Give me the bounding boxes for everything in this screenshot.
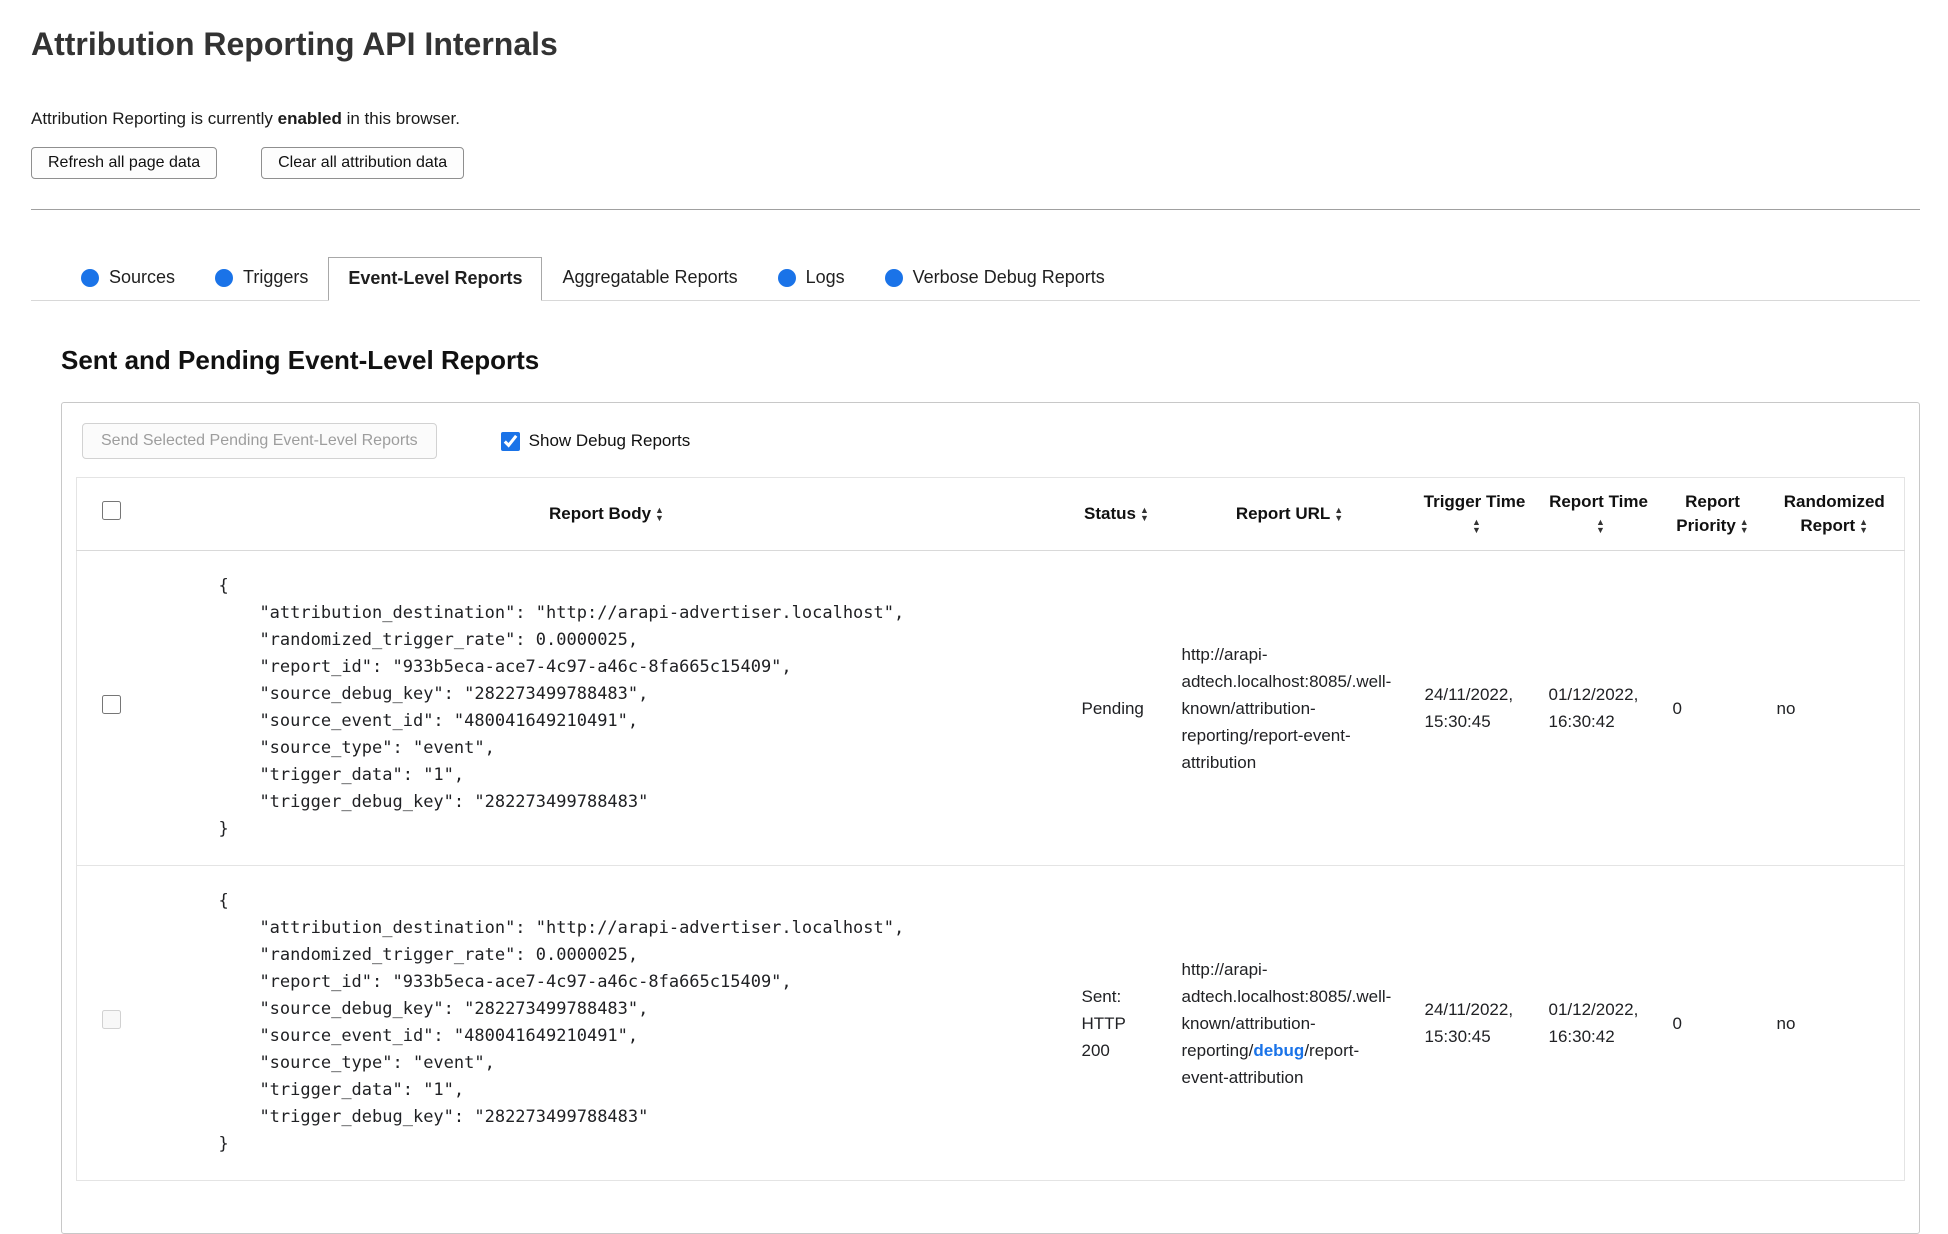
sort-icon: ▲ ▼ — [1334, 504, 1344, 523]
randomized-report-cell: no — [1764, 865, 1905, 1181]
divider — [31, 209, 1920, 210]
report-body-cell: { "attribution_destination": "http://ara… — [146, 865, 1067, 1181]
debug-url-segment: debug — [1253, 1040, 1305, 1060]
column-header-status[interactable]: Status ▲ ▼ — [1066, 477, 1167, 551]
report-priority-cell: 0 — [1660, 550, 1765, 866]
report-select-checkbox[interactable] — [102, 694, 122, 714]
column-header-report-url[interactable]: Report URL ▲ ▼ — [1166, 477, 1413, 551]
select-all-checkbox[interactable] — [102, 501, 122, 520]
tab-verbose-debug-reports[interactable]: Verbose Debug Reports — [865, 256, 1125, 300]
column-header-select-all — [76, 477, 147, 551]
report-time-cell: 01/12/2022, 16:30:42 — [1536, 550, 1661, 866]
sort-icon: ▲ ▼ — [1739, 516, 1749, 535]
column-label: Trigger Time — [1423, 492, 1526, 511]
table-header-row: Report Body ▲ ▼ Status ▲ ▼ Report URL ▲ ▼ Trig… — [76, 477, 1905, 551]
sort-icon: ▲ ▼ — [1140, 504, 1149, 523]
reports-toolbar: Send Selected Pending Event-Level Report… — [82, 423, 1905, 459]
send-selected-reports-button[interactable]: Send Selected Pending Event-Level Report… — [82, 423, 437, 459]
tab-label: Verbose Debug Reports — [912, 267, 1105, 287]
column-label: Report Body — [549, 504, 652, 523]
page-actions: Refresh all page data Clear all attribut… — [31, 147, 1920, 179]
column-header-report-priority[interactable]: Report Priority ▲ ▼ — [1660, 477, 1765, 551]
show-debug-checkbox[interactable] — [500, 431, 520, 451]
status-prefix: Attribution Reporting is currently — [31, 109, 278, 128]
refresh-all-button[interactable]: Refresh all page data — [31, 147, 218, 179]
report-row: { "attribution_destination": "http://ara… — [76, 865, 1905, 1181]
sort-icon: ▲ ▼ — [655, 504, 664, 523]
tab-label: Aggregatable Reports — [562, 267, 738, 287]
report-select-cell — [76, 550, 147, 866]
randomized-report-cell: no — [1764, 550, 1905, 866]
report-select-cell — [76, 865, 147, 1181]
tab-aggregatable-reports[interactable]: Aggregatable Reports — [542, 256, 757, 300]
activity-dot-icon — [81, 268, 99, 287]
report-url: http://arapi-adtech.localhost:8085/.well… — [1166, 550, 1413, 866]
report-body-json: { "attribution_destination": "http://ara… — [218, 576, 905, 839]
sort-icon: ▲ ▼ — [1472, 516, 1481, 535]
report-priority-cell: 0 — [1660, 865, 1765, 1181]
activity-dot-icon — [777, 268, 796, 287]
report-row: { "attribution_destination": "http://ara… — [76, 550, 1905, 866]
column-label: Randomized Report — [1783, 492, 1885, 535]
status-emphasis: enabled — [277, 109, 342, 128]
sort-icon: ▲ ▼ — [1596, 516, 1605, 535]
column-label: Report Time — [1549, 492, 1648, 511]
column-header-report-body[interactable]: Report Body ▲ ▼ — [146, 477, 1067, 551]
report-select-checkbox[interactable] — [102, 1009, 122, 1029]
tab-label: Event-Level Reports — [348, 268, 523, 288]
tab-event-level-reports[interactable]: Event-Level Reports — [328, 257, 543, 301]
status-suffix: in this browser. — [341, 109, 460, 128]
trigger-time-cell: 24/11/2022, 15:30:45 — [1412, 865, 1537, 1181]
sort-icon: ▲ ▼ — [1859, 516, 1869, 535]
report-url-text: http://arapi-adtech.localhost:8085/.well… — [1181, 644, 1392, 772]
activity-dot-icon — [884, 268, 903, 287]
column-header-randomized-report[interactable]: Randomized Report ▲ ▼ — [1764, 477, 1905, 551]
status-text: Attribution Reporting is currently enabl… — [31, 109, 1920, 129]
report-status: Pending — [1066, 550, 1167, 866]
tab-label: Sources — [109, 267, 176, 287]
show-debug-label: Show Debug Reports — [528, 431, 691, 450]
column-header-trigger-time[interactable]: Trigger Time ▲ ▼ — [1412, 477, 1537, 551]
attribution-internals-page: Attribution Reporting API Internals Attr… — [0, 0, 1948, 1234]
tab-label: Logs — [805, 267, 845, 287]
reports-table: Report Body ▲ ▼ Status ▲ ▼ Report URL ▲ ▼ Trig… — [76, 477, 1905, 1181]
reports-panel: Send Selected Pending Event-Level Report… — [61, 402, 1920, 1234]
tab-sources[interactable]: Sources — [61, 256, 195, 300]
trigger-time-cell: 24/11/2022, 15:30:45 — [1412, 550, 1537, 866]
report-time-cell: 01/12/2022, 16:30:42 — [1536, 865, 1661, 1181]
clear-all-button[interactable]: Clear all attribution data — [261, 147, 465, 179]
tabstrip: Sources Triggers Event-Level Reports Agg… — [31, 256, 1920, 301]
activity-dot-icon — [215, 268, 234, 287]
tab-label: Triggers — [243, 267, 309, 287]
report-url: http://arapi-adtech.localhost:8085/.well… — [1166, 865, 1413, 1181]
column-label: Status — [1084, 504, 1137, 523]
show-debug-toggle[interactable]: Show Debug Reports — [500, 431, 691, 451]
report-body-cell: { "attribution_destination": "http://ara… — [146, 550, 1067, 866]
column-label: Report Priority — [1676, 492, 1740, 535]
tab-logs[interactable]: Logs — [758, 256, 865, 300]
page-title: Attribution Reporting API Internals — [31, 26, 558, 62]
column-header-report-time[interactable]: Report Time ▲ ▼ — [1536, 477, 1661, 551]
tab-triggers[interactable]: Triggers — [195, 256, 328, 300]
report-status: Sent: HTTP 200 — [1066, 865, 1167, 1181]
report-body-json: { "attribution_destination": "http://ara… — [218, 891, 905, 1154]
column-label: Report URL — [1235, 504, 1331, 523]
section-heading: Sent and Pending Event-Level Reports — [61, 345, 540, 375]
